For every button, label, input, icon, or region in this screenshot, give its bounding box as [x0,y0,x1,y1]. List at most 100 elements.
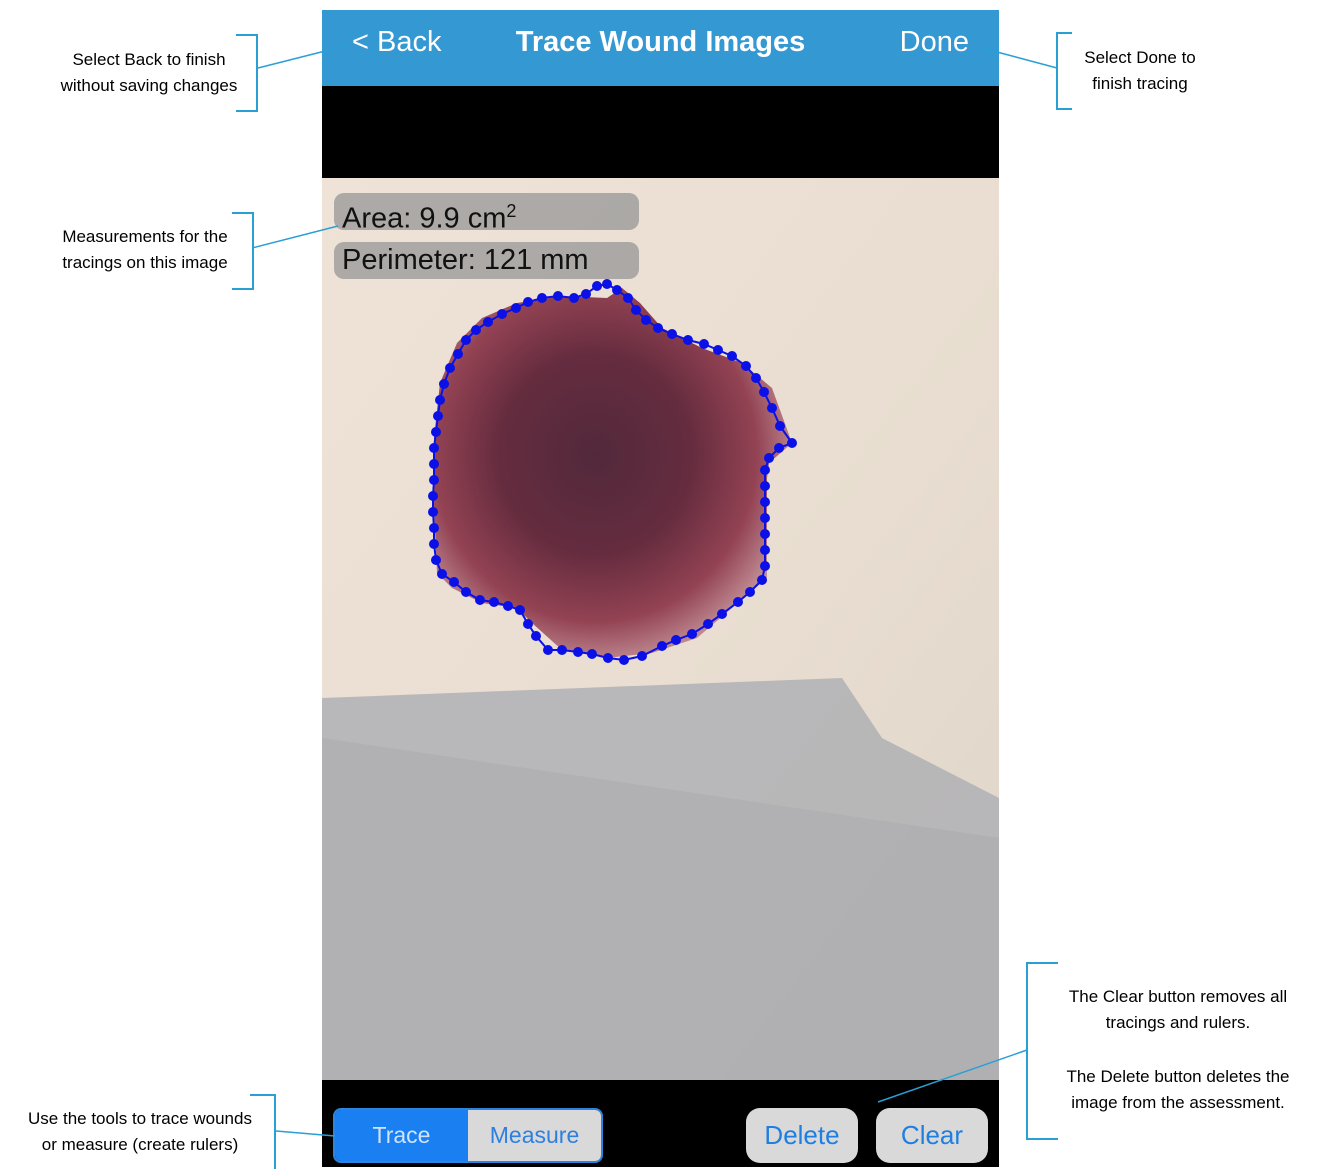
trace-point[interactable] [751,373,761,383]
trace-point[interactable] [453,349,463,359]
trace-point[interactable] [727,351,737,361]
trace-point[interactable] [429,523,439,533]
trace-point[interactable] [612,285,622,295]
back-callout: Select Back to finish without saving cha… [40,47,258,99]
trace-point[interactable] [437,569,447,579]
trace-point[interactable] [637,651,647,661]
done-callout: Select Done to finish tracing [1062,45,1218,97]
measure-callout: Measurements for the tracings on this im… [35,224,255,276]
trace-point[interactable] [603,653,613,663]
trace-point[interactable] [759,387,769,397]
measure-callout-line-2: tracings on this image [62,253,228,272]
trace-point[interactable] [431,427,441,437]
trace-point[interactable] [631,305,641,315]
trace-point[interactable] [745,587,755,597]
clear-callout-line-1: The Clear button removes all [1068,987,1288,1006]
trace-point[interactable] [429,475,439,485]
trace-point[interactable] [497,309,507,319]
trace-point[interactable] [581,289,591,299]
trace-point[interactable] [503,601,513,611]
trace-point[interactable] [475,595,485,605]
trace-point[interactable] [713,345,723,355]
area-unit-superscript: 2 [506,201,517,221]
tools-callout-line-2: or measure (create rulers) [41,1135,239,1154]
trace-point[interactable] [435,395,445,405]
trace-point[interactable] [449,577,459,587]
trace-point[interactable] [757,575,767,585]
wound-photo-canvas[interactable] [322,178,999,1080]
trace-point[interactable] [439,379,449,389]
back-callout-line-1: Select Back to finish [72,50,226,69]
trace-point[interactable] [543,645,553,655]
trace-point[interactable] [428,507,438,517]
trace-point[interactable] [641,315,651,325]
trace-point[interactable] [557,645,567,655]
trace-point[interactable] [760,513,770,523]
trace-point[interactable] [760,465,770,475]
trace-point[interactable] [703,619,713,629]
trace-point[interactable] [623,293,633,303]
app-screen: < Back Trace Wound Images Done Area: 9.9… [322,10,999,1167]
trace-point[interactable] [653,323,663,333]
trace-point[interactable] [717,609,727,619]
trace-point[interactable] [428,491,438,501]
trace-point[interactable] [537,293,547,303]
trace-point[interactable] [592,281,602,291]
trace-point[interactable] [489,597,499,607]
trace-point[interactable] [553,291,563,301]
trace-point[interactable] [760,497,770,507]
trace-point[interactable] [471,325,481,335]
trace-point[interactable] [667,329,677,339]
segment-measure[interactable]: Measure [468,1110,601,1161]
trace-point[interactable] [787,438,797,448]
trace-point[interactable] [531,631,541,641]
trace-point[interactable] [429,459,439,469]
clear-delete-callout: The Clear button removes all tracings an… [1038,984,1318,1116]
trace-point[interactable] [523,297,533,307]
trace-point[interactable] [775,421,785,431]
done-callout-line-2: finish tracing [1092,74,1188,93]
trace-point[interactable] [699,339,709,349]
segment-trace[interactable]: Trace [335,1110,468,1161]
perimeter-label: Perimeter: 121 mm [342,244,589,276]
trace-point[interactable] [587,649,597,659]
trace-point[interactable] [683,335,693,345]
navigation-bar: < Back Trace Wound Images Done [322,10,999,86]
trace-point[interactable] [523,619,533,629]
trace-point[interactable] [433,411,443,421]
trace-point[interactable] [657,641,667,651]
trace-point[interactable] [602,279,612,289]
delete-callout-line-2: image from the assessment. [1071,1093,1285,1112]
measure-callout-line-1: Measurements for the [62,227,228,246]
trace-point[interactable] [760,481,770,491]
trace-point[interactable] [733,597,743,607]
trace-point[interactable] [760,529,770,539]
trace-point[interactable] [569,293,579,303]
tools-callout: Use the tools to trace wounds or measure… [2,1106,278,1158]
trace-point[interactable] [767,403,777,413]
delete-button[interactable]: Delete [746,1108,858,1163]
trace-point[interactable] [431,555,441,565]
trace-point[interactable] [515,605,525,615]
trace-point[interactable] [671,635,681,645]
bottom-toolbar: Trace Measure Delete Clear [322,1080,999,1167]
clear-button[interactable]: Clear [876,1108,988,1163]
trace-point[interactable] [687,629,697,639]
trace-point[interactable] [483,317,493,327]
trace-point[interactable] [429,443,439,453]
trace-point[interactable] [511,303,521,313]
done-button[interactable]: Done [900,26,969,59]
trace-point[interactable] [774,443,784,453]
trace-point[interactable] [741,361,751,371]
trace-point[interactable] [764,453,774,463]
trace-point[interactable] [461,587,471,597]
trace-point[interactable] [760,545,770,555]
trace-point[interactable] [573,647,583,657]
trace-point[interactable] [429,539,439,549]
trace-point[interactable] [760,561,770,571]
trace-point[interactable] [461,335,471,345]
perimeter-measurement: Perimeter: 121 mm [334,242,639,279]
trace-point[interactable] [619,655,629,665]
wound-photo[interactable]: Area: 9.9 cm2 Perimeter: 121 mm [322,178,999,1080]
trace-point[interactable] [445,363,455,373]
